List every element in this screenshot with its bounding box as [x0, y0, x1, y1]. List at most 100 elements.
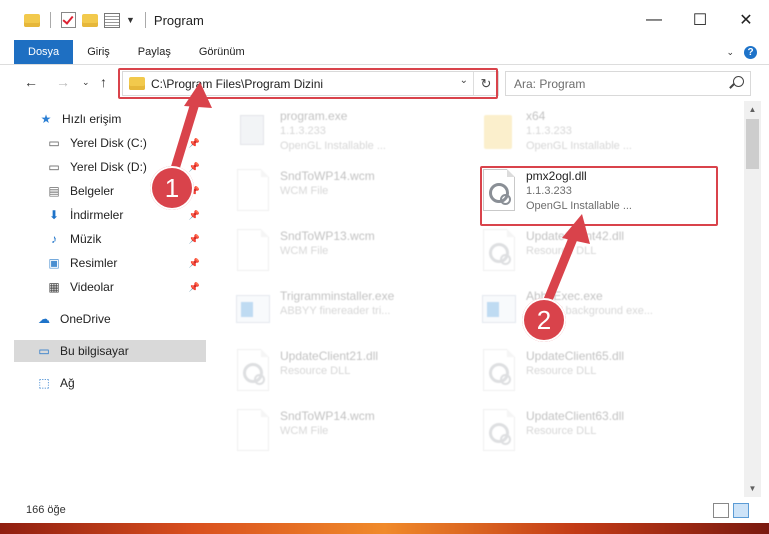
network-icon: ⬚: [38, 376, 50, 390]
dll-icon: [480, 409, 516, 453]
pin-icon[interactable]: 📌: [189, 258, 200, 269]
file-list: program.exe 1.1.3.233 OpenGL Installable…: [214, 101, 744, 497]
nav-item-resimler[interactable]: ▣ Resimler 📌: [46, 252, 206, 274]
pictures-icon: ▣: [48, 256, 60, 270]
file-item-abbyexec-exe[interactable]: AbbyExec.exe ABBYY background exe...: [480, 287, 710, 339]
file-type: WCM File: [280, 245, 329, 257]
expand-ribbon-chevron-icon[interactable]: ⌄: [726, 47, 734, 58]
file-name: SndToWP14.wcm: [280, 169, 375, 183]
properties-icon[interactable]: [104, 12, 120, 28]
nav-item-label: Ağ: [60, 376, 75, 390]
file-icon: [234, 409, 270, 453]
file-description: OpenGL Installable ...: [280, 140, 386, 152]
up-arrow-icon[interactable]: ↑: [100, 74, 107, 90]
tab-dosya[interactable]: Dosya: [14, 40, 74, 64]
file-name: x64: [526, 109, 546, 123]
file-type: Resource DLL: [526, 245, 597, 257]
drive-icon: ▭: [48, 160, 60, 174]
scroll-down-arrow-icon[interactable]: ▼: [744, 480, 761, 497]
window-controls: — ☐ ✕: [631, 0, 769, 40]
pin-icon[interactable]: 📌: [189, 138, 200, 149]
toolbar-divider: [50, 12, 51, 28]
file-item-updateclient42-dll[interactable]: UpdateClient42.dll Resource DLL: [480, 227, 710, 279]
tab-gorunum[interactable]: Görünüm: [185, 40, 259, 64]
file-version: 1.1.3.233: [280, 125, 326, 137]
file-item-updateclient21-dll[interactable]: UpdateClient21.dll Resource DLL: [234, 347, 464, 399]
scroll-up-arrow-icon[interactable]: ▲: [744, 101, 761, 118]
nav-item-bu-bilgisayar[interactable]: ▭ Bu bilgisayar: [14, 340, 206, 362]
file-icon: [234, 169, 270, 213]
nav-item-label: OneDrive: [60, 312, 111, 326]
nav-item-muzik[interactable]: ♪ Müzik 📌: [46, 228, 206, 250]
music-icon: ♪: [51, 232, 57, 246]
file-item-sndtowp14-wcm-2[interactable]: SndToWP14.wcm WCM File: [234, 407, 464, 459]
file-item-x64[interactable]: x64 1.1.3.233 OpenGL Installable ...: [480, 107, 710, 159]
computer-icon: ▭: [38, 344, 50, 358]
forward-arrow-icon[interactable]: →: [56, 74, 70, 90]
file-item-sndtowp13-wcm[interactable]: SndToWP13.wcm WCM File: [234, 227, 464, 279]
nav-item-label: İndirmeler: [70, 208, 124, 222]
back-arrow-icon[interactable]: ←: [24, 74, 38, 90]
file-version: 1.1.3.233: [526, 125, 572, 137]
file-item-updateclient63-dll[interactable]: UpdateClient63.dll Resource DLL: [480, 407, 710, 459]
step-2-badge: 2: [522, 298, 566, 342]
title-bar: ▼ Program — ☐ ✕: [0, 0, 769, 40]
status-bar: 166 öğe: [0, 497, 769, 523]
nav-item-quick-access[interactable]: ★ Hızlı erişim: [38, 108, 206, 130]
file-description: OpenGL Installable ...: [526, 140, 632, 152]
file-name: SndToWP14.wcm: [280, 409, 375, 423]
search-icon[interactable]: [733, 76, 744, 87]
scrollbar-thumb[interactable]: [746, 119, 759, 169]
file-highlight-box: [480, 166, 718, 226]
pin-icon[interactable]: 📌: [189, 162, 200, 173]
pin-icon[interactable]: 📌: [189, 210, 200, 221]
details-view-icon[interactable]: [713, 503, 729, 518]
file-type: Resource DLL: [526, 425, 597, 437]
dll-icon: [234, 349, 270, 393]
tab-giris[interactable]: Giriş: [73, 40, 124, 64]
step-1-badge: 1: [150, 166, 194, 210]
folder-icon[interactable]: [24, 13, 40, 27]
nav-item-label: Bu bilgisayar: [60, 344, 129, 358]
new-folder-icon[interactable]: [82, 13, 98, 27]
nav-item-videolar[interactable]: ▦ Videolar 📌: [46, 276, 206, 298]
app-icon: [480, 289, 516, 333]
file-item-program-exe[interactable]: program.exe 1.1.3.233 OpenGL Installable…: [234, 107, 464, 159]
tiles-view-icon[interactable]: [733, 503, 749, 518]
file-name: SndToWP13.wcm: [280, 229, 375, 243]
search-input[interactable]: Ara: Program: [505, 71, 751, 96]
nav-item-onedrive[interactable]: ☁ OneDrive: [36, 308, 206, 330]
pin-icon[interactable]: 📌: [189, 282, 200, 293]
view-toggle: [713, 503, 749, 518]
nav-item-label: Belgeler: [70, 184, 115, 198]
file-name: UpdateClient63.dll: [526, 409, 625, 423]
vertical-scrollbar[interactable]: ▲ ▼: [744, 101, 761, 497]
minimize-button[interactable]: —: [631, 0, 677, 40]
file-item-trigramminstaller-exe[interactable]: Trigramminstaller.exe ABBYY finereader t…: [234, 287, 464, 339]
file-icon: [234, 229, 270, 273]
nav-item-label: Yerel Disk (C:): [70, 136, 147, 150]
file-description: ABBYY finereader tri...: [280, 305, 391, 317]
help-icon[interactable]: ?: [744, 45, 757, 59]
recent-locations-chevron-icon[interactable]: ⌄: [82, 77, 90, 88]
nav-item-label: Müzik: [70, 232, 102, 246]
file-name: program.exe: [280, 109, 348, 123]
window-title: Program: [153, 12, 204, 28]
nav-item-label: Hızlı erişim: [62, 112, 122, 126]
address-row: ← → ⌄ ↑ C:\Program Files\Program Dizini …: [0, 65, 769, 101]
nav-item-ag[interactable]: ⬚ Ağ: [36, 372, 206, 394]
file-item-updateclient65-dll[interactable]: UpdateClient65.dll Resource DLL: [480, 347, 710, 399]
customize-toolbar-dropdown-icon[interactable]: ▼: [126, 15, 135, 25]
dll-icon: [480, 229, 516, 273]
tab-paylas[interactable]: Paylaş: [124, 40, 185, 64]
maximize-button[interactable]: ☐: [677, 0, 723, 40]
address-highlight-box: [118, 68, 498, 99]
file-item-sndtowp14-wcm[interactable]: SndToWP14.wcm WCM File: [234, 167, 464, 219]
exe-icon: [234, 109, 270, 153]
pin-icon[interactable]: 📌: [189, 234, 200, 245]
file-type: WCM File: [280, 425, 329, 437]
properties-check-icon[interactable]: [61, 12, 76, 28]
quick-access-toolbar: ▼: [24, 12, 150, 28]
nav-item-yerel-disk-c[interactable]: ▭ Yerel Disk (C:) 📌: [46, 132, 206, 154]
close-button[interactable]: ✕: [723, 0, 769, 40]
